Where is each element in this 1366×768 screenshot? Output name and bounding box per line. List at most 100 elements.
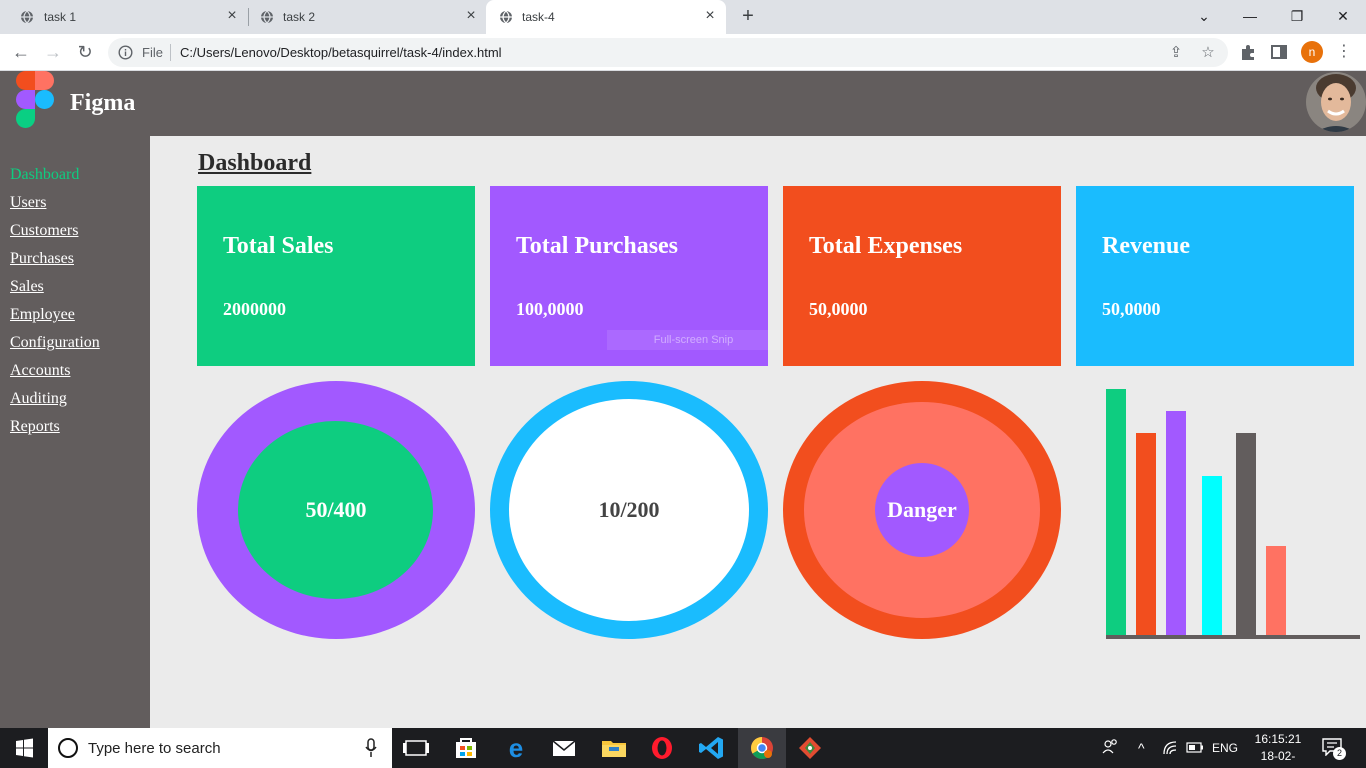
- sidebar-item-configuration[interactable]: Configuration: [10, 334, 100, 352]
- bar-6: [1266, 546, 1286, 635]
- globe-icon: [261, 10, 273, 24]
- file-explorer-icon[interactable]: [590, 728, 638, 768]
- tab-task-4[interactable]: task-4 ×: [486, 0, 726, 34]
- microphone-icon[interactable]: [364, 737, 378, 759]
- clock-time: 16:15:21: [1254, 732, 1302, 746]
- card-title: Total Expenses: [809, 233, 963, 259]
- vscode-icon[interactable]: [688, 728, 736, 768]
- page-title: Dashboard: [198, 150, 312, 176]
- ring-chart-users: 50/400: [197, 381, 475, 639]
- card-value: 100,0000: [516, 299, 584, 319]
- notification-center[interactable]: 2: [1322, 738, 1346, 760]
- globe-icon: [500, 10, 512, 24]
- taskbar-clock[interactable]: 16:15:21 18-02-2023: [1250, 731, 1306, 768]
- sidebar-item-sales[interactable]: Sales: [10, 278, 44, 296]
- close-icon[interactable]: ×: [463, 8, 479, 24]
- clock-date: 18-02-2023: [1260, 749, 1296, 768]
- new-tab-button[interactable]: +: [738, 6, 758, 26]
- url-divider: [170, 44, 171, 61]
- bar-5: [1236, 433, 1256, 635]
- close-icon[interactable]: ×: [224, 8, 240, 24]
- address-bar[interactable]: File C:/Users/Lenovo/Desktop/betasquirre…: [108, 38, 1228, 67]
- snip-overlay-label: Full-screen Snip: [607, 330, 780, 350]
- battery-icon[interactable]: [1186, 728, 1204, 768]
- browser-tab-strip: task 1 × task 2 × task-4 × + ⌄ — ❐ ✕: [0, 0, 1366, 34]
- notification-count-badge: 2: [1333, 747, 1346, 760]
- sidebar: Dashboard Users Customers Purchases Sale…: [0, 136, 150, 728]
- dashboard-page: Figma Dashboard Users Customers Purchase…: [0, 71, 1366, 728]
- bar-chart: [1106, 381, 1360, 639]
- user-avatar[interactable]: [1306, 72, 1366, 132]
- sidebar-item-customers[interactable]: Customers: [10, 222, 78, 240]
- opera-icon[interactable]: [638, 728, 686, 768]
- tab-title: task 1: [44, 10, 77, 24]
- store-icon[interactable]: [442, 728, 490, 768]
- bar-1: [1106, 389, 1126, 635]
- ring-chart-progress: 10/200: [490, 381, 768, 639]
- sidebar-item-accounts[interactable]: Accounts: [10, 362, 70, 380]
- language-indicator[interactable]: ENG: [1212, 728, 1238, 768]
- ring-label: 10/200: [598, 497, 660, 522]
- menu-dots-icon[interactable]: ⋮: [1332, 40, 1356, 64]
- card-revenue: Revenue 50,0000: [1076, 186, 1354, 366]
- people-icon[interactable]: [1100, 728, 1120, 768]
- card-total-expenses: Total Expenses 50,0000: [783, 186, 1061, 366]
- browser-toolbar: ← → ↻ File C:/Users/Lenovo/Desktop/betas…: [0, 34, 1366, 71]
- file-label: File: [142, 45, 163, 60]
- windows-start-icon[interactable]: [0, 728, 48, 768]
- side-panel-icon[interactable]: [1271, 44, 1287, 60]
- mail-icon[interactable]: [540, 728, 588, 768]
- search-icon: [58, 738, 78, 758]
- card-title: Revenue: [1102, 233, 1190, 259]
- git-gui-icon[interactable]: [786, 728, 834, 768]
- sidebar-item-employee[interactable]: Employee: [10, 306, 75, 324]
- card-title: Total Sales: [223, 233, 334, 259]
- svg-text:e: e: [509, 733, 523, 763]
- task-view-icon[interactable]: [392, 728, 440, 768]
- sidebar-item-purchases[interactable]: Purchases: [10, 250, 74, 268]
- back-arrow-icon[interactable]: ←: [9, 40, 33, 64]
- bar-4: [1202, 476, 1222, 635]
- sidebar-item-reports[interactable]: Reports: [10, 418, 60, 436]
- restore-icon[interactable]: ❐: [1285, 4, 1309, 28]
- profile-avatar[interactable]: n: [1301, 41, 1323, 63]
- bar-3: [1166, 411, 1186, 635]
- ring-chart-danger: Danger: [783, 381, 1061, 639]
- star-icon[interactable]: ☆: [1198, 43, 1218, 63]
- globe-icon: [21, 10, 33, 24]
- close-icon[interactable]: ×: [702, 8, 718, 24]
- url-text[interactable]: C:/Users/Lenovo/Desktop/betasquirrel/tas…: [180, 45, 502, 60]
- taskbar-search[interactable]: Type here to search: [48, 728, 392, 768]
- card-value: 50,0000: [809, 299, 868, 319]
- chevron-up-icon[interactable]: ^: [1138, 728, 1156, 768]
- ring-label: Danger: [887, 497, 957, 522]
- forward-arrow-icon[interactable]: →: [41, 40, 65, 64]
- edge-icon[interactable]: e: [492, 728, 540, 768]
- windows-taskbar: Type here to search e ^ ENG 16:15:21 18-…: [0, 728, 1366, 768]
- tab-search-icon[interactable]: ⌄: [1192, 4, 1216, 28]
- user-photo: [1306, 72, 1366, 132]
- reload-icon[interactable]: ↻: [73, 40, 97, 64]
- sidebar-item-users[interactable]: Users: [10, 194, 46, 212]
- card-total-sales: Total Sales 2000000: [197, 186, 475, 366]
- extensions-icon[interactable]: [1239, 43, 1257, 61]
- ring-label: 50/400: [305, 497, 367, 522]
- window-close-icon[interactable]: ✕: [1331, 4, 1355, 28]
- sidebar-item-auditing[interactable]: Auditing: [10, 390, 67, 408]
- chrome-icon[interactable]: [738, 728, 786, 768]
- share-icon[interactable]: ⇪: [1166, 43, 1186, 63]
- info-icon[interactable]: [118, 45, 133, 60]
- brand-name: Figma: [70, 90, 136, 116]
- card-value: 50,0000: [1102, 299, 1161, 319]
- minimize-icon[interactable]: —: [1238, 4, 1262, 28]
- card-value: 2000000: [223, 299, 286, 319]
- tab-title: task 2: [283, 10, 316, 24]
- sidebar-item-dashboard[interactable]: Dashboard: [10, 166, 79, 184]
- top-header: Figma: [0, 71, 1366, 136]
- card-title: Total Purchases: [516, 233, 679, 259]
- chart-baseline: [1106, 635, 1360, 639]
- tab-task-2[interactable]: task 2 ×: [248, 0, 488, 34]
- wifi-icon[interactable]: [1162, 728, 1180, 768]
- tab-task-1[interactable]: task 1 ×: [0, 0, 248, 34]
- search-placeholder: Type here to search: [88, 740, 221, 757]
